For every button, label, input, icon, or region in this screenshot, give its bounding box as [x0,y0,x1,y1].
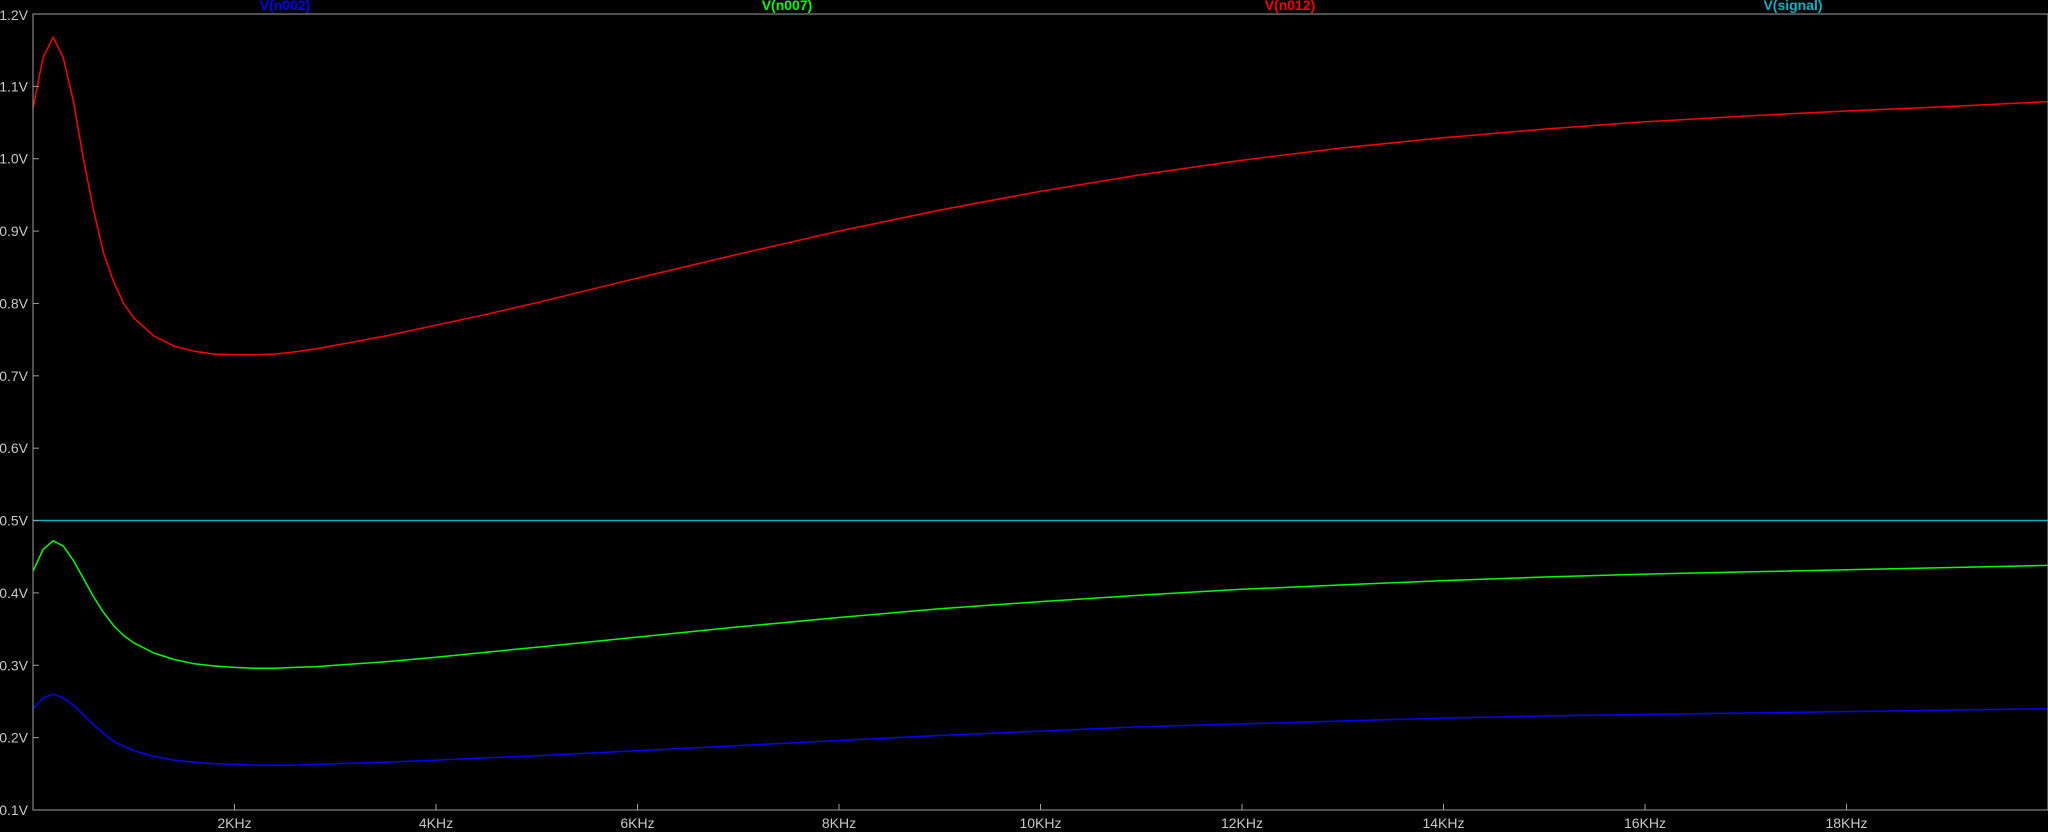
y-tick-label: 0.5V [0,513,29,529]
x-tick-label: 16KHz [1624,815,1666,831]
legend-label-v-signal[interactable]: V(signal) [1763,0,1822,13]
y-tick-label: 0.1V [0,802,29,818]
x-tick-label: 12KHz [1221,815,1263,831]
y-tick-label: 0.4V [0,585,29,601]
y-tick-label: 1.1V [0,78,29,94]
y-tick-label: 0.3V [0,657,29,673]
legend-label-v-n012[interactable]: V(n012) [1265,0,1316,13]
x-tick-label: 10KHz [1019,815,1061,831]
y-tick-label: 1.2V [0,7,29,23]
y-tick-label: 0.9V [0,223,29,239]
x-tick-label: 14KHz [1422,815,1464,831]
y-tick-label: 0.7V [0,368,29,384]
x-tick-label: 8KHz [822,815,856,831]
x-tick-label: 2KHz [217,815,251,831]
y-tick-label: 0.8V [0,295,29,311]
waveform-plot[interactable]: 1.2V 1.1V 1.0V 0.9V 0.8V 0.7V 0.6V 0.5V 0.4V 0.3V… [0,0,2048,832]
x-tick-label: 6KHz [620,815,654,831]
legend-label-v-n007[interactable]: V(n007) [762,0,813,13]
legend-label-v-n002[interactable]: V(n002) [260,0,311,13]
x-tick-label: 18KHz [1825,815,1867,831]
y-tick-label: 0.2V [0,730,29,746]
x-tick-label: 4KHz [419,815,453,831]
y-tick-label: 1.0V [0,151,29,167]
plot-background [0,0,2048,832]
y-tick-label: 0.6V [0,440,29,456]
